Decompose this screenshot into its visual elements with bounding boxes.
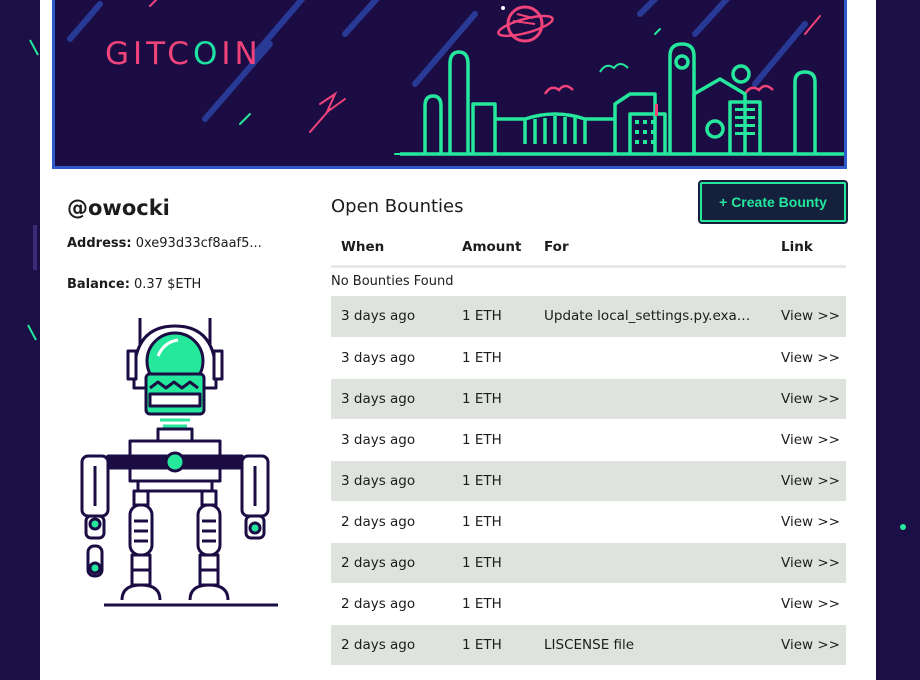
hero-banner: GITCOIN: [52, 0, 847, 169]
table-row[interactable]: 2 days ago 1 ETH View >>: [331, 583, 846, 625]
view-link[interactable]: View >>: [781, 596, 840, 612]
cell-link: View >>: [771, 460, 846, 502]
cell-for: LISCENSE file: [534, 624, 771, 666]
cell-when: 2 days ago: [331, 624, 452, 666]
balance-value: 0.37 $ETH: [134, 277, 202, 292]
view-link[interactable]: View >>: [781, 555, 840, 571]
cell-amount: 1 ETH: [452, 624, 534, 666]
balance-label: Balance:: [67, 277, 130, 292]
view-link[interactable]: View >>: [781, 432, 840, 448]
table-row[interactable]: 3 days ago 1 ETH View >>: [331, 460, 846, 502]
cell-for: [534, 337, 771, 379]
gitcoin-logo[interactable]: GITCOIN: [105, 36, 262, 72]
cell-link: View >>: [771, 296, 846, 338]
view-link[interactable]: View >>: [781, 637, 840, 653]
username: @owocki: [67, 196, 170, 220]
cell-when: 3 days ago: [331, 460, 452, 502]
cell-amount: 1 ETH: [452, 460, 534, 502]
table-row[interactable]: 2 days ago 1 ETH LISCENSE file View >>: [331, 624, 846, 666]
address-label: Address:: [67, 236, 132, 251]
cell-when: 3 days ago: [331, 296, 452, 338]
view-link[interactable]: View >>: [781, 473, 840, 489]
city-skyline-illustration: [67, 0, 844, 156]
cell-link: View >>: [771, 501, 846, 543]
logo-text-end: IN: [221, 36, 262, 72]
column-header-when[interactable]: When: [331, 230, 452, 268]
cell-for: [534, 542, 771, 584]
table-row[interactable]: 2 days ago 1 ETH View >>: [331, 501, 846, 543]
cell-link: View >>: [771, 624, 846, 666]
table-row[interactable]: 3 days ago 1 ETH View >>: [331, 419, 846, 461]
cell-amount: 1 ETH: [452, 337, 534, 379]
cell-amount: 1 ETH: [452, 583, 534, 625]
cell-link: View >>: [771, 337, 846, 379]
create-bounty-button[interactable]: + Create Bounty: [698, 180, 848, 224]
section-title: Open Bounties: [331, 196, 464, 217]
column-header-link[interactable]: Link: [771, 230, 846, 268]
cell-amount: 1 ETH: [452, 501, 534, 543]
cell-when: 3 days ago: [331, 337, 452, 379]
logo-text: GITC: [105, 36, 193, 72]
view-link[interactable]: View >>: [781, 391, 840, 407]
cell-when: 2 days ago: [331, 583, 452, 625]
cell-when: 3 days ago: [331, 378, 452, 420]
view-link[interactable]: View >>: [781, 514, 840, 530]
cell-when: 2 days ago: [331, 542, 452, 584]
cell-for: Update local_settings.py.examp...: [534, 296, 771, 338]
robot-illustration: [80, 318, 278, 607]
balance-field: Balance: 0.37 $ETH: [67, 277, 307, 292]
cell-for: [534, 419, 771, 461]
cell-for: [534, 378, 771, 420]
cell-amount: 1 ETH: [452, 419, 534, 461]
profile-panel: @owocki Address: 0xe93d33cf8aaf5... Bala…: [67, 196, 307, 292]
table-row[interactable]: 3 days ago 1 ETH View >>: [331, 378, 846, 420]
address-value: 0xe93d33cf8aaf5...: [135, 236, 262, 251]
cell-when: 3 days ago: [331, 419, 452, 461]
table-row[interactable]: 3 days ago 1 ETH Update local_settings.p…: [331, 296, 846, 338]
cell-link: View >>: [771, 542, 846, 584]
cell-link: View >>: [771, 378, 846, 420]
cell-for: [534, 460, 771, 502]
address-field: Address: 0xe93d33cf8aaf5...: [67, 236, 307, 251]
empty-state-text: No Bounties Found: [331, 274, 454, 290]
cell-for: [534, 501, 771, 543]
view-link[interactable]: View >>: [781, 350, 840, 366]
column-header-for[interactable]: For: [534, 230, 771, 268]
column-header-amount[interactable]: Amount: [452, 230, 534, 268]
cell-when: 2 days ago: [331, 501, 452, 543]
view-link[interactable]: View >>: [781, 308, 840, 324]
planet-icon: [497, 5, 554, 43]
cell-link: View >>: [771, 419, 846, 461]
cell-for: [534, 583, 771, 625]
main-page: GITCOIN @owocki Address: 0xe93d33cf8aaf5…: [40, 0, 876, 680]
cell-amount: 1 ETH: [452, 378, 534, 420]
table-row[interactable]: 3 days ago 1 ETH View >>: [331, 337, 846, 379]
cell-amount: 1 ETH: [452, 542, 534, 584]
logo-text-o: O: [192, 36, 222, 72]
table-header: When Amount For Link: [331, 230, 846, 268]
empty-state-row: No Bounties Found: [331, 266, 846, 296]
cell-amount: 1 ETH: [452, 296, 534, 338]
table-row[interactable]: 2 days ago 1 ETH View >>: [331, 542, 846, 584]
bounties-table: When Amount For Link No Bounties Found 3…: [331, 230, 846, 666]
cell-link: View >>: [771, 583, 846, 625]
cell-for-text: Update local_settings.py.examp...: [544, 308, 759, 325]
